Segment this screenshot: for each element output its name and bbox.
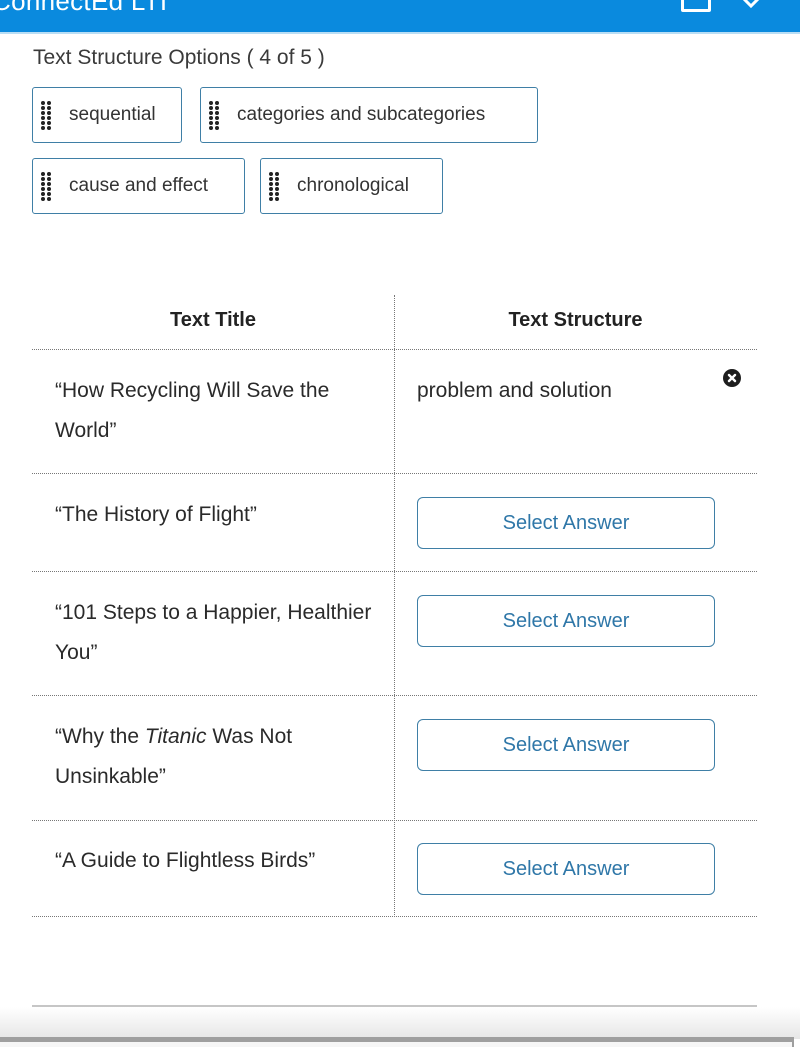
chip-label: categories and subcategories: [237, 104, 486, 125]
row-divider: [32, 820, 757, 821]
row-title-italic: Titanic: [144, 725, 207, 748]
maximize-icon[interactable]: [681, 0, 711, 12]
chip-label: sequential: [69, 104, 156, 125]
option-chip-chronological[interactable]: chronological: [260, 158, 443, 214]
drag-handle-icon[interactable]: [209, 100, 219, 130]
row-title: “101 Steps to a Happier, Healthier You”: [55, 601, 372, 664]
select-answer-button[interactable]: Select Answer: [417, 497, 715, 549]
drag-handle-icon[interactable]: [41, 171, 51, 201]
select-answer-button[interactable]: Select Answer: [417, 843, 715, 895]
title-bar-shadow: [0, 32, 800, 34]
drag-handle-icon[interactable]: [41, 100, 51, 130]
row-divider: [32, 916, 757, 917]
row-title: “How Recycling Will Save the World”: [55, 379, 330, 442]
header-text-structure: Text Structure: [508, 309, 643, 331]
chip-label: cause and effect: [69, 175, 209, 196]
option-chip-categories[interactable]: categories and subcategories: [200, 87, 538, 143]
option-chip-cause-effect[interactable]: cause and effect: [32, 158, 245, 214]
row-title: “A Guide to Flightless Birds”: [55, 849, 316, 872]
chip-label: chronological: [297, 175, 409, 196]
select-answer-button[interactable]: Select Answer: [417, 595, 715, 647]
option-chip-sequential[interactable]: sequential: [32, 87, 182, 143]
select-answer-button[interactable]: Select Answer: [417, 719, 715, 771]
row-title: “The History of Flight”: [55, 503, 257, 526]
drag-handle-icon[interactable]: [269, 171, 279, 201]
row-divider: [32, 473, 757, 474]
remove-icon[interactable]: [723, 369, 741, 387]
close-icon[interactable]: [735, 0, 767, 12]
row-title: “Why the Titanic Was Not Unsinkable”: [55, 717, 385, 797]
footer-shadow: [0, 1007, 800, 1039]
row-divider: [32, 349, 757, 350]
column-divider: [394, 295, 395, 917]
footer-bar: [0, 1037, 794, 1047]
window-title-bar: ConnectEd LTI: [0, 0, 800, 32]
row-title-part: “Why the: [55, 725, 145, 748]
window-title: ConnectEd LTI: [0, 0, 168, 16]
answer-drop-zone[interactable]: problem and solution: [417, 371, 612, 411]
row-divider: [32, 571, 757, 572]
header-text-title: Text Title: [170, 309, 256, 331]
row-divider: [32, 695, 757, 696]
options-heading: Text Structure Options ( 4 of 5 ): [33, 46, 325, 69]
